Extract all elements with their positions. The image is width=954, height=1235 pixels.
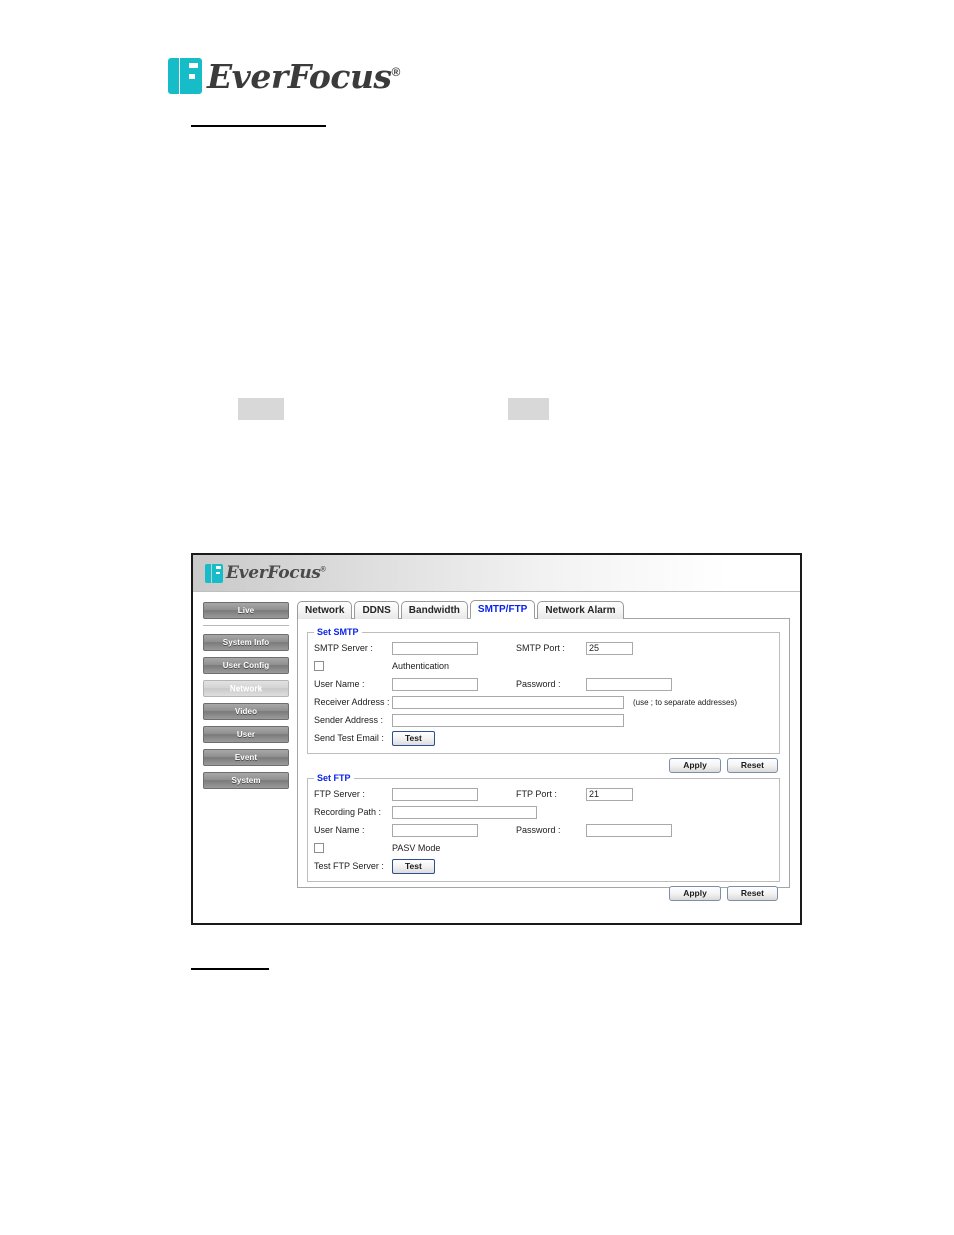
- smtp-reset-button[interactable]: Reset: [726, 758, 778, 773]
- smtp-auth-row: Authentication: [314, 658, 773, 674]
- sidebar-divider: [203, 625, 289, 626]
- app-brand-text: EverFocus: [226, 562, 321, 583]
- sidebar-item-label: Video: [234, 707, 258, 716]
- smtp-port-label: SMTP Port :: [516, 643, 565, 653]
- ftp-group-legend: Set FTP: [317, 773, 351, 783]
- ftp-reset-button[interactable]: Reset: [726, 886, 778, 901]
- smtp-sender-row: Sender Address :: [314, 712, 773, 728]
- tab-smtp-ftp[interactable]: SMTP/FTP: [469, 600, 536, 619]
- ftp-pasv-row: PASV Mode: [314, 840, 773, 856]
- ftp-pasv-mode-checkbox[interactable]: [314, 843, 324, 853]
- sidebar-item-label: Network: [229, 684, 263, 693]
- smtp-sender-address-input[interactable]: [392, 713, 624, 727]
- smtp-test-email-label: Send Test Email :: [314, 733, 384, 743]
- ftp-test-button[interactable]: Test: [392, 858, 435, 874]
- smtp-receiver-address-note: (use ; to separate addresses): [633, 697, 738, 707]
- ftp-password-input[interactable]: [586, 823, 672, 837]
- ftp-recording-path-label: Recording Path :: [314, 807, 382, 817]
- sidebar-item-live[interactable]: Live: [203, 602, 289, 619]
- smtp-port-input[interactable]: [586, 641, 633, 655]
- ftp-pasv-mode-label: PASV Mode: [392, 843, 441, 853]
- smtp-user-name-input[interactable]: [392, 677, 478, 691]
- ftp-button-bar: Apply Reset: [307, 884, 780, 901]
- tab-network[interactable]: Network: [297, 601, 353, 619]
- smtp-sender-address-label: Sender Address :: [314, 715, 384, 725]
- ftp-port-label: FTP Port :: [516, 789, 557, 799]
- sidebar-item-video[interactable]: Video: [203, 703, 289, 720]
- document-brand-name: EverFocus®: [207, 60, 400, 93]
- ftp-group: Set FTP FTP Server : FTP Port : Recordin…: [307, 773, 780, 882]
- everfocus-logo-icon: [168, 58, 202, 94]
- sidebar-item-label: Event: [234, 753, 258, 762]
- smtp-server-label: SMTP Server :: [314, 643, 373, 653]
- ftp-port-input[interactable]: [586, 787, 633, 801]
- sidebar-nav: Live System Info User Config Network Vid…: [203, 600, 289, 888]
- sidebar-item-user-config[interactable]: User Config: [203, 657, 289, 674]
- tab-ddns[interactable]: DDNS: [354, 601, 399, 619]
- smtp-password-input[interactable]: [586, 677, 672, 691]
- smtp-group: Set SMTP SMTP Server : SMTP Port : Authe…: [307, 627, 780, 754]
- embedded-screenshot-frame: EverFocus® Live System Info User Config …: [191, 553, 802, 925]
- main-content: Network DDNS Bandwidth SMTP/FTP Network …: [289, 600, 800, 901]
- sidebar-item-label: User Config: [222, 661, 270, 670]
- app-brand-name: EverFocus®: [226, 562, 326, 583]
- ftp-user-name-input[interactable]: [392, 823, 478, 837]
- redaction-rule-top: [191, 125, 326, 127]
- registered-trademark-icon: ®: [391, 64, 401, 79]
- smtp-server-input[interactable]: [392, 641, 478, 655]
- tab-label: DDNS: [362, 605, 391, 616]
- ftp-recording-path-row: Recording Path :: [314, 804, 773, 820]
- ftp-server-label: FTP Server :: [314, 789, 365, 799]
- redaction-rule-bottom: [191, 968, 269, 970]
- ftp-server-row: FTP Server : FTP Port :: [314, 786, 773, 802]
- sidebar-item-system-info[interactable]: System Info: [203, 634, 289, 651]
- sidebar-item-network[interactable]: Network: [203, 680, 289, 697]
- smtp-receiver-address-label: Receiver Address :: [314, 697, 390, 707]
- sidebar-item-event[interactable]: Event: [203, 749, 289, 766]
- tab-network-alarm[interactable]: Network Alarm: [537, 601, 624, 619]
- smtp-test-button[interactable]: Test: [392, 730, 435, 746]
- tab-label: SMTP/FTP: [477, 604, 528, 615]
- ftp-server-input[interactable]: [392, 787, 478, 801]
- sidebar-item-system[interactable]: System: [203, 772, 289, 789]
- everfocus-logo-icon: [205, 563, 223, 583]
- tab-panel-smtp-ftp: Set SMTP SMTP Server : SMTP Port : Authe…: [297, 618, 790, 901]
- registered-trademark-icon: ®: [320, 565, 326, 573]
- sidebar-item-label: Live: [237, 606, 255, 615]
- ftp-user-row: User Name : Password :: [314, 822, 773, 838]
- redaction-box-left: [238, 398, 284, 420]
- tab-label: Network: [305, 605, 345, 616]
- tab-bandwidth[interactable]: Bandwidth: [400, 601, 468, 619]
- smtp-test-email-row: Send Test Email : Test: [314, 730, 773, 746]
- smtp-user-name-label: User Name :: [314, 679, 365, 689]
- smtp-button-bar: Apply Reset: [307, 756, 780, 773]
- ftp-apply-button[interactable]: Apply: [669, 886, 721, 901]
- sidebar-item-label: System Info: [222, 638, 270, 647]
- app-brand-logo: EverFocus®: [205, 562, 326, 583]
- smtp-user-row: User Name : Password :: [314, 676, 773, 692]
- tab-label: Bandwidth: [408, 605, 460, 616]
- ftp-recording-path-input[interactable]: [392, 805, 537, 819]
- smtp-receiver-row: Receiver Address : (use ; to separate ad…: [314, 694, 773, 710]
- sidebar-item-label: User: [236, 730, 256, 739]
- smtp-receiver-address-input[interactable]: [392, 695, 624, 709]
- smtp-group-legend: Set SMTP: [317, 627, 359, 637]
- document-brand-text: EverFocus: [207, 56, 392, 96]
- sidebar-item-user[interactable]: User: [203, 726, 289, 743]
- smtp-apply-button[interactable]: Apply: [669, 758, 721, 773]
- smtp-authentication-label: Authentication: [392, 661, 450, 671]
- tab-label: Network Alarm: [545, 605, 616, 616]
- smtp-password-label: Password :: [516, 679, 561, 689]
- smtp-authentication-checkbox[interactable]: [314, 661, 324, 671]
- sidebar-item-label: System: [231, 776, 261, 785]
- ftp-user-name-label: User Name :: [314, 825, 365, 835]
- smtp-server-row: SMTP Server : SMTP Port :: [314, 640, 773, 656]
- ftp-password-label: Password :: [516, 825, 561, 835]
- redaction-box-right: [508, 398, 549, 420]
- ftp-test-server-row: Test FTP Server : Test: [314, 858, 773, 874]
- tab-bar: Network DDNS Bandwidth SMTP/FTP Network …: [297, 600, 790, 619]
- document-brand-logo: EverFocus®: [168, 58, 400, 94]
- ftp-test-server-label: Test FTP Server :: [314, 861, 384, 871]
- app-header: EverFocus®: [193, 555, 800, 592]
